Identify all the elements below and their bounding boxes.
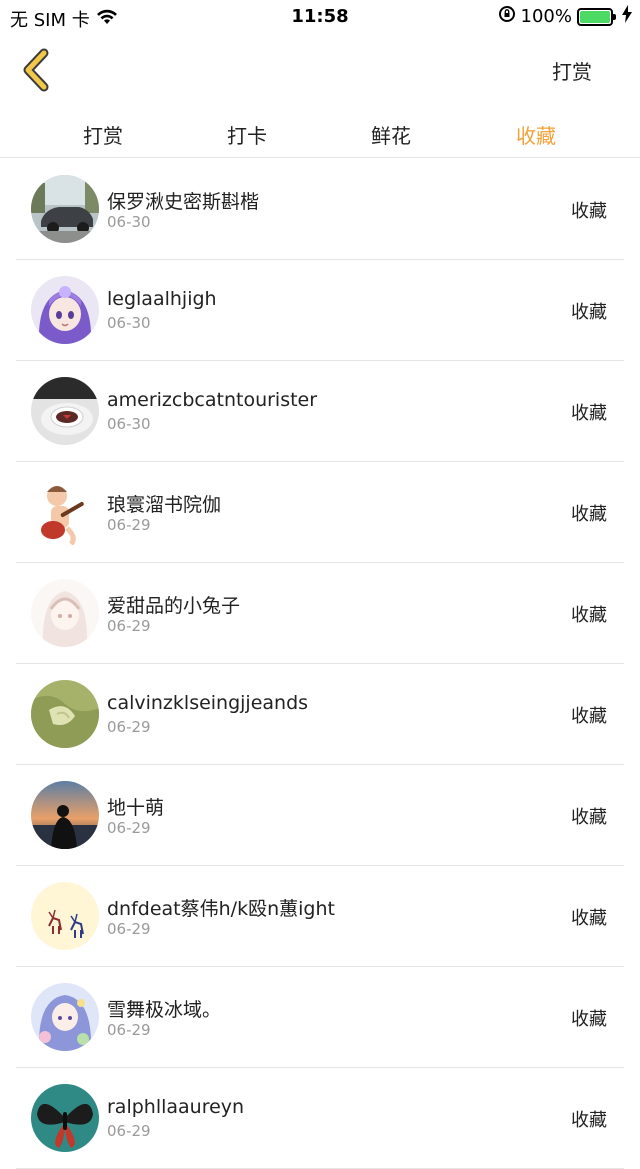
list-item[interactable]: dnfdeat蔡伟h/k殴n蕙ight 06-29 收藏 — [0, 866, 640, 967]
favorite-label: 收藏 — [571, 1009, 607, 1030]
avatar-image — [31, 983, 99, 1051]
list-item[interactable]: 雪舞极冰域。 06-29 收藏 — [0, 967, 640, 1068]
battery-percent: 100% — [520, 6, 572, 27]
avatar-image — [31, 882, 99, 950]
status-right: 100% — [498, 5, 632, 28]
favorite-label: 收藏 — [571, 403, 607, 424]
avatar-image — [31, 1084, 99, 1152]
user-name: ralphllaaureyn — [107, 1096, 245, 1118]
avatar[interactable] — [31, 680, 99, 748]
item-date: 06-30 — [107, 314, 151, 332]
avatar[interactable] — [31, 983, 99, 1051]
back-button[interactable] — [18, 48, 58, 94]
list-item[interactable]: 保罗湫史密斯斟楷 06-30 收藏 — [0, 159, 640, 260]
avatar[interactable] — [31, 882, 99, 950]
list-item[interactable]: 爱甜品的小兔子 06-29 收藏 — [0, 563, 640, 664]
reward-nav-button[interactable]: 打赏 — [552, 56, 592, 85]
avatar[interactable] — [31, 377, 99, 445]
favorite-label: 收藏 — [571, 302, 607, 323]
favorite-label: 收藏 — [571, 1110, 607, 1131]
list-item[interactable]: 地十萌 06-29 收藏 — [0, 765, 640, 866]
avatar[interactable] — [31, 579, 99, 647]
favorite-label: 收藏 — [571, 605, 607, 626]
user-name: 地十萌 — [107, 797, 165, 819]
avatar-image — [31, 781, 99, 849]
user-name: leglaalhjigh — [107, 288, 217, 310]
list-item[interactable]: calvinzklseingjjeands 06-29 收藏 — [0, 664, 640, 765]
favorites-list: 保罗湫史密斯斟楷 06-30 收藏 leglaalhjigh 06-30 收藏 ameriz… — [0, 159, 640, 1169]
orientation-lock-icon — [498, 5, 516, 28]
user-name: 琅寰溜书院伽 — [107, 494, 222, 516]
tab-checkin[interactable]: 打卡 — [207, 120, 287, 149]
user-name: amerizcbcatntourister — [107, 389, 318, 411]
favorite-label: 收藏 — [571, 201, 607, 222]
avatar[interactable] — [31, 781, 99, 849]
item-date: 06-29 — [107, 516, 151, 534]
avatar-image — [31, 579, 99, 647]
favorite-label: 收藏 — [571, 706, 607, 727]
avatar[interactable] — [31, 478, 99, 546]
nav-bar: 打赏 — [0, 34, 640, 106]
avatar[interactable] — [31, 175, 99, 243]
item-date: 06-30 — [107, 213, 151, 231]
avatar-image — [31, 175, 99, 243]
avatar-image — [31, 680, 99, 748]
tab-flowers[interactable]: 鲜花 — [351, 120, 431, 149]
battery-icon — [577, 7, 616, 26]
status-bar: 无 SIM 卡 11:58 100% — [0, 0, 640, 34]
favorite-label: 收藏 — [571, 908, 607, 929]
avatar-image — [31, 377, 99, 445]
avatar[interactable] — [31, 1084, 99, 1152]
item-date: 06-30 — [107, 415, 151, 433]
favorite-label: 收藏 — [571, 504, 607, 525]
battery-fill — [580, 10, 610, 23]
item-date: 06-29 — [107, 920, 151, 938]
tab-bar: 打赏 打卡 鲜花 收藏 — [0, 108, 640, 158]
avatar[interactable] — [31, 276, 99, 344]
item-date: 06-29 — [107, 617, 151, 635]
user-name: 爱甜品的小兔子 — [107, 595, 241, 617]
list-item[interactable]: ralphllaaureyn 06-29 收藏 — [0, 1068, 640, 1169]
list-item[interactable]: leglaalhjigh 06-30 收藏 — [0, 260, 640, 361]
user-name: calvinzklseingjjeands — [107, 692, 309, 714]
user-name: 保罗湫史密斯斟楷 — [107, 191, 260, 213]
chevron-left-icon — [23, 48, 49, 92]
user-name: dnfdeat蔡伟h/k殴n蕙ight — [107, 898, 335, 920]
item-date: 06-29 — [107, 1122, 151, 1140]
list-item[interactable]: amerizcbcatntourister 06-30 收藏 — [0, 361, 640, 462]
item-date: 06-29 — [107, 819, 151, 837]
list-item[interactable]: 琅寰溜书院伽 06-29 收藏 — [0, 462, 640, 563]
charging-icon — [622, 5, 632, 28]
item-date: 06-29 — [107, 1021, 151, 1039]
avatar-image — [31, 276, 99, 344]
user-name: 雪舞极冰域。 — [107, 999, 222, 1021]
favorite-label: 收藏 — [571, 807, 607, 828]
avatar-image — [31, 478, 99, 546]
item-date: 06-29 — [107, 718, 151, 736]
tab-reward[interactable]: 打赏 — [63, 120, 143, 149]
tab-favorites[interactable]: 收藏 — [496, 120, 576, 149]
